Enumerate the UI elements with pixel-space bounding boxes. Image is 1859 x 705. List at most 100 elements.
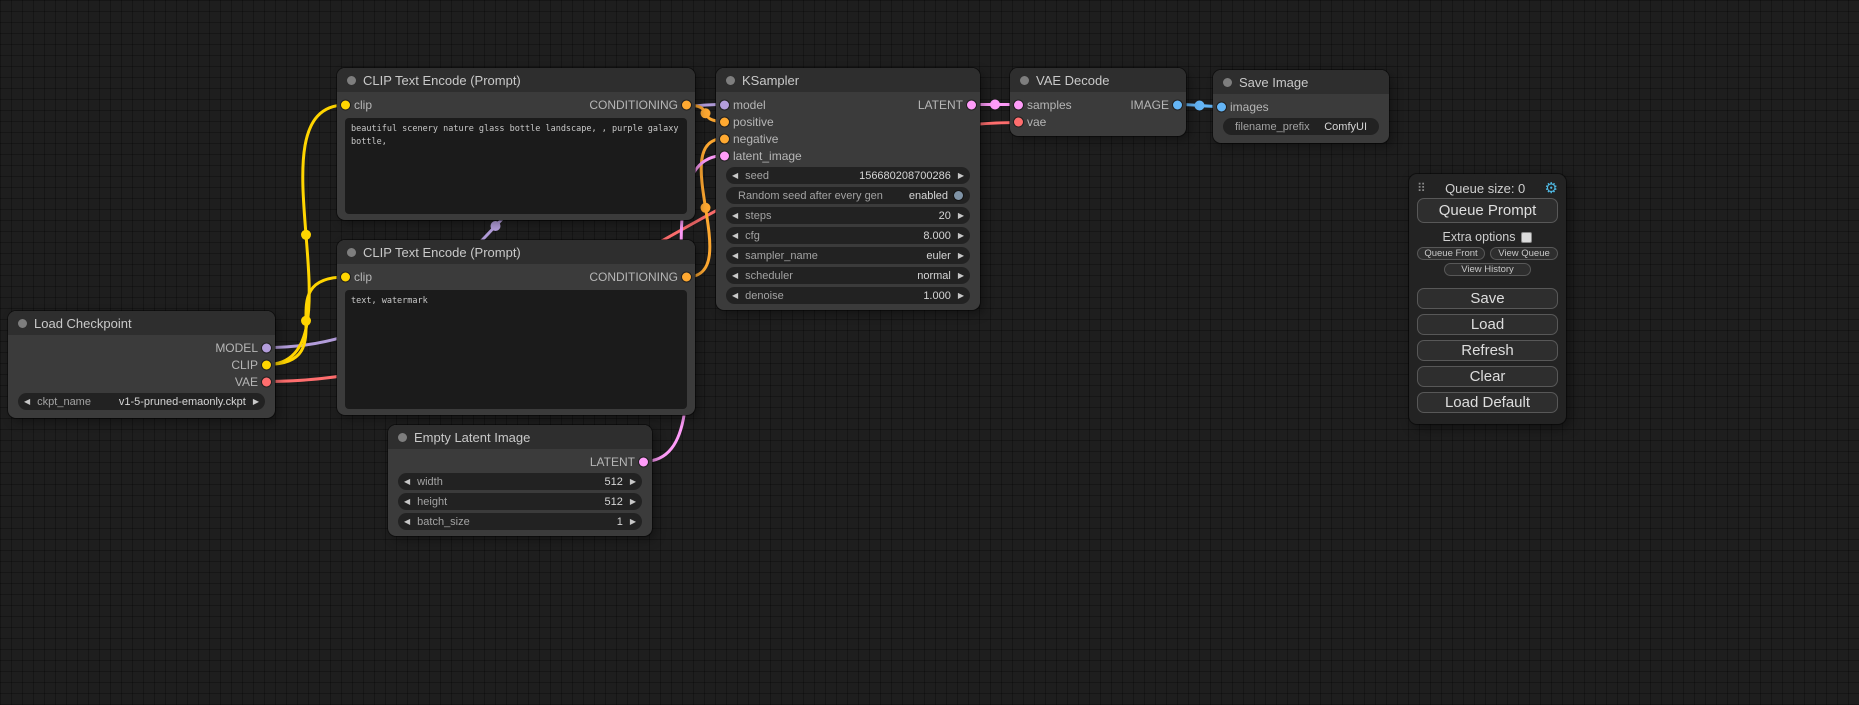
widget-label: height [417,496,447,508]
increment-arrow-icon[interactable]: ▶ [253,398,259,406]
batch-size-widget[interactable]: ◀ batch_size 1 ▶ [398,513,642,530]
negative-prompt-textarea[interactable]: text, watermark [345,290,687,409]
collapse-dot-icon[interactable] [18,319,27,328]
widget-label: filename_prefix [1235,121,1310,133]
node-load-checkpoint[interactable]: Load Checkpoint MODEL CLIP VAE ◀ ckpt_na… [8,311,275,418]
decrement-arrow-icon[interactable]: ◀ [732,172,738,180]
increment-arrow-icon[interactable]: ▶ [958,172,964,180]
link-dot-clip-negative[interactable] [301,316,311,326]
queue-front-button[interactable]: Queue Front [1417,247,1485,260]
increment-arrow-icon[interactable]: ▶ [958,212,964,220]
decrement-arrow-icon[interactable]: ◀ [732,252,738,260]
node-ksampler[interactable]: KSampler LATENT model positive negative … [716,68,980,310]
ckpt-name-widget[interactable]: ◀ ckpt_name v1-5-pruned-emaonly.ckpt ▶ [18,393,265,410]
slot-label-positive: positive [733,115,774,129]
width-widget[interactable]: ◀ width 512 ▶ [398,473,642,490]
widget-label: batch_size [417,516,470,528]
filename-prefix-widget[interactable]: filename_prefix ComfyUI [1223,118,1379,135]
view-history-button[interactable]: View History [1444,263,1531,276]
queue-prompt-button[interactable]: Queue Prompt [1417,198,1558,223]
height-widget[interactable]: ◀ height 512 ▶ [398,493,642,510]
model-input-port[interactable] [720,100,729,109]
widget-value: 156680208700286 [859,170,951,182]
link-dot-images[interactable] [1195,101,1205,111]
node-title-bar[interactable]: CLIP Text Encode (Prompt) [337,240,695,264]
load-button[interactable]: Load [1417,314,1558,335]
decrement-arrow-icon[interactable]: ◀ [24,398,30,406]
scheduler-widget[interactable]: ◀ scheduler normal ▶ [726,267,970,284]
decrement-arrow-icon[interactable]: ◀ [732,232,738,240]
save-button[interactable]: Save [1417,288,1558,309]
collapse-dot-icon[interactable] [726,76,735,85]
samples-input-port[interactable] [1014,100,1023,109]
latent-image-input-port[interactable] [720,151,729,160]
random-seed-toggle-widget[interactable]: Random seed after every gen enabled [726,187,970,204]
increment-arrow-icon[interactable]: ▶ [630,478,636,486]
node-vae-decode[interactable]: VAE Decode IMAGE samples vae [1010,68,1186,136]
clear-button[interactable]: Clear [1417,366,1558,387]
increment-arrow-icon[interactable]: ▶ [958,252,964,260]
view-queue-button[interactable]: View Queue [1490,247,1558,260]
link-dot-clip-positive[interactable] [301,230,311,240]
clip-input-port[interactable] [341,273,350,282]
refresh-button[interactable]: Refresh [1417,340,1558,361]
settings-gear-icon[interactable]: ⚙ [1545,181,1558,196]
increment-arrow-icon[interactable]: ▶ [958,272,964,280]
input-slot-vae: vae [1010,113,1186,130]
collapse-dot-icon[interactable] [347,248,356,257]
sampler-name-widget[interactable]: ◀ sampler_name euler ▶ [726,247,970,264]
vae-input-port[interactable] [1014,117,1023,126]
clip-output-port[interactable] [262,360,271,369]
drag-handle-icon[interactable]: ⠿ [1417,182,1426,194]
link-dot-model[interactable] [491,221,501,231]
node-clip-text-encode-negative[interactable]: CLIP Text Encode (Prompt) clip CONDITION… [337,240,695,415]
node-title: CLIP Text Encode (Prompt) [363,245,521,260]
load-default-button[interactable]: Load Default [1417,392,1558,413]
conditioning-output-port[interactable] [682,101,691,110]
collapse-dot-icon[interactable] [1223,78,1232,87]
decrement-arrow-icon[interactable]: ◀ [732,272,738,280]
clip-input-port[interactable] [341,101,350,110]
node-empty-latent-image[interactable]: Empty Latent Image LATENT ◀ width 512 ▶ … [388,425,652,536]
node-graph-canvas[interactable]: Load Checkpoint MODEL CLIP VAE ◀ ckpt_na… [0,0,1859,705]
conditioning-output-port[interactable] [682,273,691,282]
slot-label-clip: CLIP [231,358,258,372]
increment-arrow-icon[interactable]: ▶ [630,518,636,526]
vae-output-port[interactable] [262,377,271,386]
increment-arrow-icon[interactable]: ▶ [958,292,964,300]
cfg-widget[interactable]: ◀ cfg 8.000 ▶ [726,227,970,244]
decrement-arrow-icon[interactable]: ◀ [404,498,410,506]
collapse-dot-icon[interactable] [398,433,407,442]
decrement-arrow-icon[interactable]: ◀ [404,478,410,486]
slot-label-vae: vae [1027,115,1046,129]
positive-prompt-textarea[interactable]: beautiful scenery nature glass bottle la… [345,118,687,214]
steps-widget[interactable]: ◀ steps 20 ▶ [726,207,970,224]
latent-output-port[interactable] [639,457,648,466]
model-output-port[interactable] [262,343,271,352]
node-save-image[interactable]: Save Image images filename_prefix ComfyU… [1213,70,1389,143]
node-clip-text-encode-positive[interactable]: CLIP Text Encode (Prompt) clip CONDITION… [337,68,695,220]
node-title-bar[interactable]: Save Image [1213,70,1389,94]
node-title-bar[interactable]: Empty Latent Image [388,425,652,449]
images-input-port[interactable] [1217,102,1226,111]
link-dot-negative[interactable] [701,203,711,213]
denoise-widget[interactable]: ◀ denoise 1.000 ▶ [726,287,970,304]
node-title-bar[interactable]: VAE Decode [1010,68,1186,92]
seed-widget[interactable]: ◀ seed 156680208700286 ▶ [726,167,970,184]
decrement-arrow-icon[interactable]: ◀ [404,518,410,526]
node-title-bar[interactable]: Load Checkpoint [8,311,275,335]
increment-arrow-icon[interactable]: ▶ [630,498,636,506]
negative-input-port[interactable] [720,134,729,143]
link-dot-samples[interactable] [990,100,1000,110]
collapse-dot-icon[interactable] [347,76,356,85]
node-title-bar[interactable]: CLIP Text Encode (Prompt) [337,68,695,92]
output-slot-clip: CLIP [8,356,275,373]
collapse-dot-icon[interactable] [1020,76,1029,85]
decrement-arrow-icon[interactable]: ◀ [732,212,738,220]
decrement-arrow-icon[interactable]: ◀ [732,292,738,300]
extra-options-checkbox[interactable] [1521,232,1532,243]
link-dot-positive[interactable] [701,108,711,118]
node-title-bar[interactable]: KSampler [716,68,980,92]
positive-input-port[interactable] [720,117,729,126]
increment-arrow-icon[interactable]: ▶ [958,232,964,240]
